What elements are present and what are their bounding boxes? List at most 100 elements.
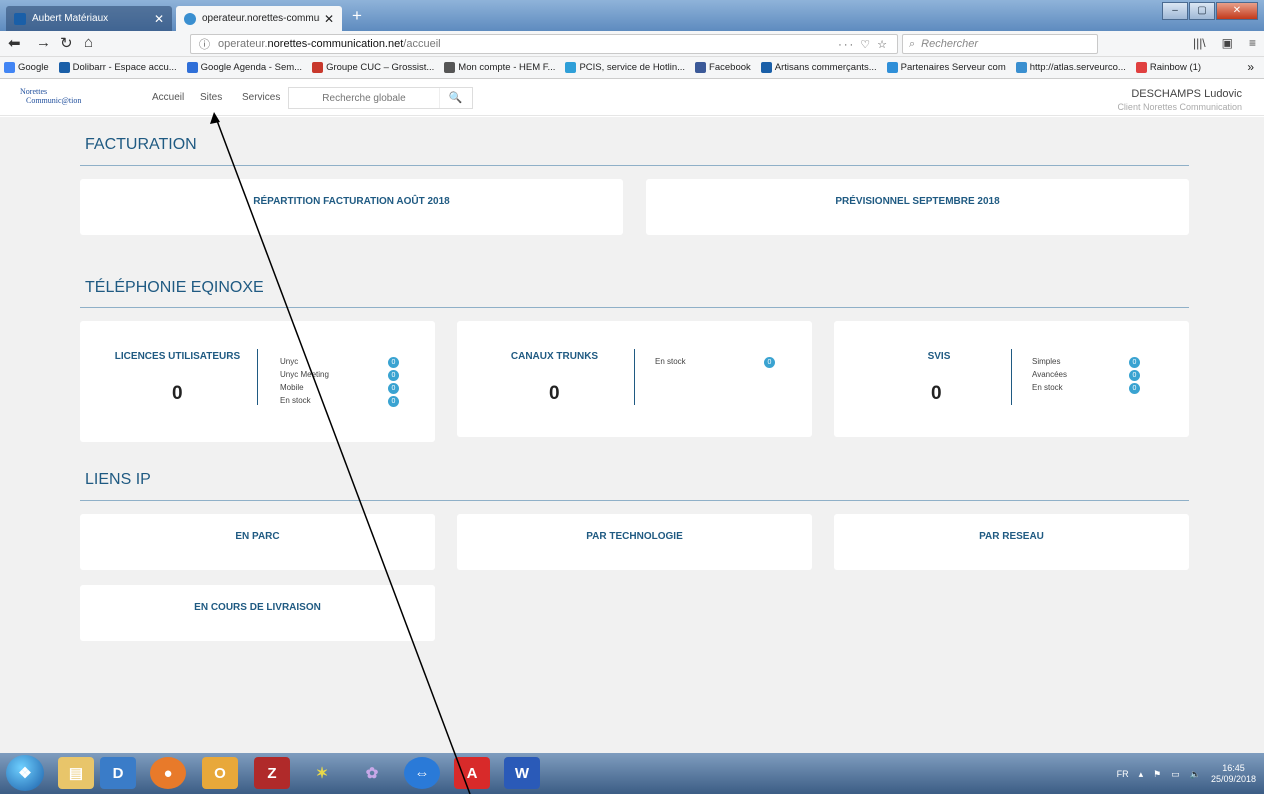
- close-icon[interactable]: ✕: [154, 12, 164, 26]
- bookmark-item[interactable]: Dolibarr - Espace accu...: [58, 62, 177, 73]
- count-badge: 0: [764, 357, 775, 368]
- bookmark-icon: [1135, 62, 1147, 73]
- section-divider: [80, 165, 1189, 166]
- bookmark-item[interactable]: Artisans commerçants...: [760, 62, 877, 73]
- section-title-liens-ip: LIENS IP: [85, 471, 151, 488]
- global-search-input[interactable]: [289, 89, 439, 107]
- count-badge: 0: [1129, 357, 1140, 368]
- page-actions-icon[interactable]: ··· ♡ ☆: [838, 38, 889, 51]
- card-en-parc[interactable]: EN PARC: [80, 514, 435, 570]
- app-header: Norettes Communic@tion Accueil Sites Ser…: [0, 79, 1264, 116]
- card-title: PRÉVISIONNEL SEPTEMBRE 2018: [835, 196, 1000, 207]
- card-svis[interactable]: SVIS 0 Simples Avancées En stock 0 0 0: [834, 321, 1189, 437]
- card-previsionnel[interactable]: PRÉVISIONNEL SEPTEMBRE 2018: [646, 179, 1189, 235]
- url-domain: norettes-communication.net: [267, 38, 404, 50]
- network-icon[interactable]: ▭: [1171, 769, 1180, 780]
- bookmark-item[interactable]: Google Agenda - Sem...: [186, 62, 303, 73]
- app-icon[interactable]: ✶: [304, 757, 340, 789]
- logo[interactable]: Norettes Communic@tion: [20, 87, 90, 105]
- label-en-stock: En stock: [1032, 383, 1063, 392]
- language-indicator[interactable]: FR: [1117, 769, 1129, 779]
- bookmark-label: Google Agenda - Sem...: [200, 62, 303, 73]
- card-canaux-trunks[interactable]: CANAUX TRUNKS 0 En stock 0: [457, 321, 812, 437]
- reload-icon[interactable]: ↻: [60, 34, 73, 52]
- bookmarks-more-icon[interactable]: »: [1247, 60, 1254, 74]
- url-path: /accueil: [403, 38, 441, 50]
- bookmark-icon: [58, 62, 70, 73]
- acrobat-icon[interactable]: A: [454, 757, 490, 789]
- svis-total: 0: [931, 383, 942, 404]
- browser-search-field[interactable]: ⌕ Rechercher: [902, 34, 1098, 54]
- bookmark-item[interactable]: Groupe CUC – Grossist...: [312, 62, 434, 73]
- bookmark-item[interactable]: Google: [4, 62, 49, 73]
- bookmark-icon: [886, 62, 898, 73]
- logo-line1: Norettes: [20, 87, 48, 96]
- label-unyc-meeting: Unyc Meeting: [280, 370, 329, 379]
- bookmark-item[interactable]: Partenaires Serveur com: [886, 62, 1006, 73]
- minimize-icon[interactable]: –: [1162, 2, 1188, 20]
- card-title: LICENCES UTILISATEURS: [114, 351, 241, 362]
- date: 25/09/2018: [1210, 774, 1256, 784]
- dolibarr-icon: [14, 12, 26, 25]
- new-tab-button[interactable]: +: [346, 7, 368, 27]
- count-badge: 0: [1129, 370, 1140, 381]
- card-licences-utilisateurs[interactable]: LICENCES UTILISATEURS 0 Unyc Unyc Meetin…: [80, 321, 435, 442]
- nav-accueil[interactable]: Accueil: [152, 92, 184, 103]
- back-icon[interactable]: ⬅: [8, 34, 21, 52]
- bookmark-icon: [312, 62, 324, 73]
- label-en-stock: En stock: [280, 396, 311, 405]
- maximize-icon[interactable]: ▢: [1189, 2, 1215, 20]
- filezilla-icon[interactable]: Z: [254, 757, 290, 789]
- close-icon[interactable]: ✕: [324, 12, 334, 26]
- library-icon[interactable]: |||\: [1193, 36, 1206, 50]
- firefox-icon[interactable]: ●: [150, 757, 186, 789]
- bookmark-item[interactable]: Facebook: [695, 62, 751, 73]
- flag-icon[interactable]: ⚑: [1153, 769, 1161, 780]
- card-title: EN PARC: [235, 531, 280, 542]
- card-par-reseau[interactable]: PAR RESEAU: [834, 514, 1189, 570]
- explorer-icon[interactable]: ▤: [58, 757, 94, 789]
- tray-arrow-icon[interactable]: ▴: [1139, 769, 1144, 780]
- card-par-technologie[interactable]: PAR TECHNOLOGIE: [457, 514, 812, 570]
- trunks-total: 0: [549, 383, 560, 404]
- bookmark-item[interactable]: PCIS, service de Hotlin...: [565, 62, 685, 73]
- section-title-telephonie: TÉLÉPHONIE EQINOXE: [85, 279, 264, 296]
- bookmark-icon: [444, 62, 456, 73]
- bookmark-icon: [760, 62, 772, 73]
- bookmark-icon: [4, 62, 15, 73]
- dolibarr-app-icon[interactable]: D: [100, 757, 136, 789]
- start-icon[interactable]: ❖: [6, 755, 44, 791]
- bookmark-label: PCIS, service de Hotlin...: [579, 62, 686, 73]
- search-icon[interactable]: 🔍: [439, 88, 471, 108]
- nav-services[interactable]: Services: [242, 92, 280, 103]
- clock[interactable]: 16:45 25/09/2018: [1211, 763, 1256, 785]
- app-icon[interactable]: ✿: [354, 757, 390, 789]
- bookmark-label: Dolibarr - Espace accu...: [72, 62, 177, 73]
- info-icon[interactable]: ⓘ: [199, 36, 210, 52]
- outlook-icon[interactable]: O: [202, 757, 238, 789]
- browser-tab-bar: Aubert Matériaux ✕ operateur.norettes-co…: [0, 0, 1264, 31]
- window-close-icon[interactable]: ✕: [1216, 2, 1258, 20]
- bookmark-item[interactable]: Rainbow (1): [1135, 62, 1201, 73]
- home-icon[interactable]: ⌂: [84, 34, 93, 51]
- system-tray: FR ▴ ⚑ ▭ 🔈 16:45 25/09/2018: [1117, 763, 1256, 785]
- card-repartition-facturation[interactable]: RÉPARTITION FACTURATION AOÛT 2018: [80, 179, 623, 235]
- toolbar-icons: |||\ ▣ ≡: [1193, 36, 1256, 50]
- menu-icon[interactable]: ≡: [1249, 36, 1256, 50]
- bookmark-label: Facebook: [709, 62, 751, 73]
- tab-aubert[interactable]: Aubert Matériaux ✕: [6, 6, 172, 31]
- tab-operateur[interactable]: operateur.norettes-communica ✕: [176, 6, 342, 31]
- sidebar-icon[interactable]: ▣: [1222, 36, 1233, 50]
- user-info[interactable]: DESCHAMPS Ludovic Client Norettes Commun…: [1117, 88, 1242, 112]
- bookmark-item[interactable]: http://atlas.serveurco...: [1015, 62, 1126, 73]
- bookmark-item[interactable]: Mon compte - HEM F...: [444, 62, 555, 73]
- url-bar[interactable]: ⓘ operateur. norettes-communication.net …: [190, 34, 898, 54]
- word-icon[interactable]: W: [504, 757, 540, 789]
- count-badge: 0: [388, 396, 399, 407]
- card-en-cours-livraison[interactable]: EN COURS DE LIVRAISON: [80, 585, 435, 641]
- forward-icon[interactable]: →: [36, 34, 51, 51]
- nav-sites[interactable]: Sites: [200, 92, 222, 103]
- teamviewer-icon[interactable]: ⇔: [404, 757, 440, 789]
- volume-icon[interactable]: 🔈: [1190, 769, 1201, 780]
- search-icon: ⌕: [909, 37, 916, 50]
